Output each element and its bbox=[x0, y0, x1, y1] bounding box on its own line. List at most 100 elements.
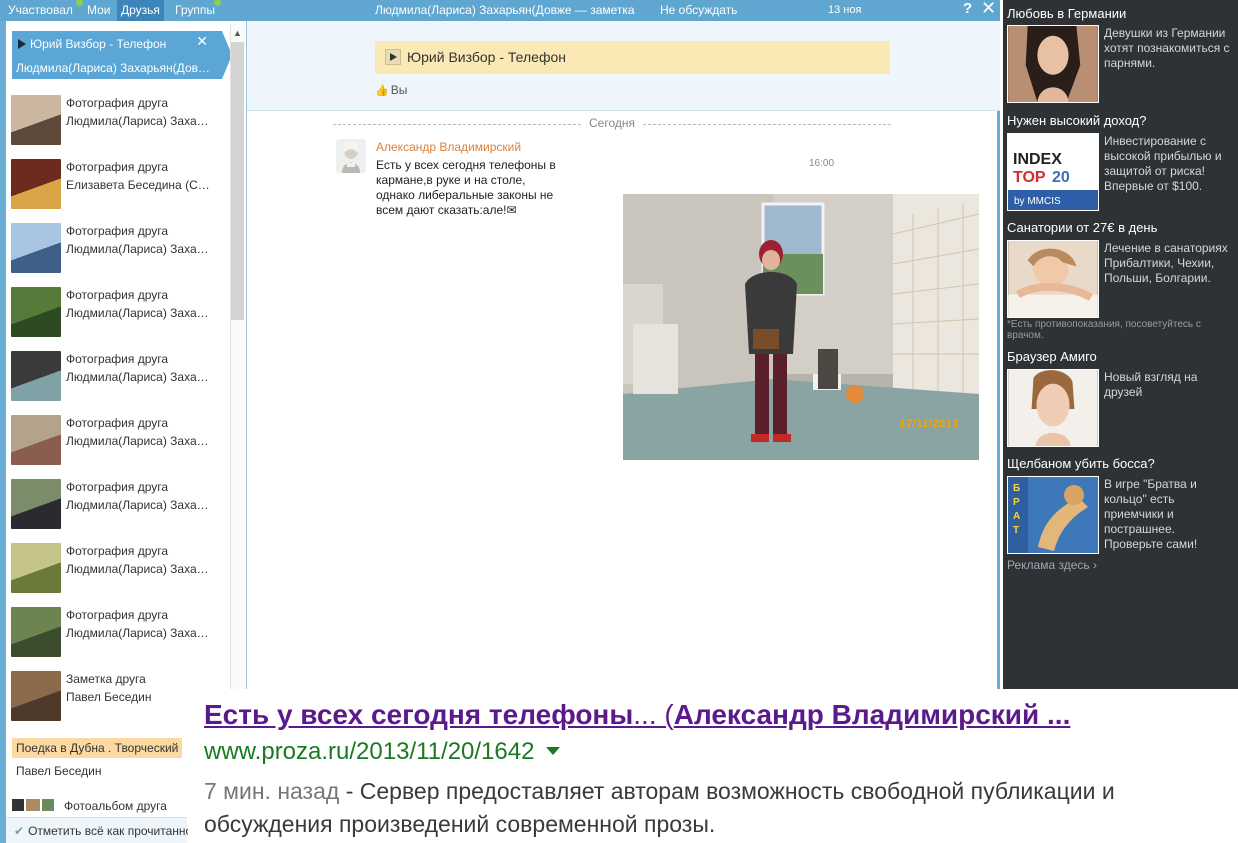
feed-item[interactable]: Фотография друга Людмила(Лариса) Захарьян… bbox=[11, 95, 226, 149]
feed-item-type: Фотография друга bbox=[66, 288, 169, 302]
title-part: ... ( bbox=[633, 699, 674, 730]
ad-title[interactable]: Нужен высокий доход? bbox=[1007, 113, 1146, 128]
chevron-down-icon[interactable] bbox=[546, 747, 561, 755]
ad-title[interactable]: Щелбаном убить босса? bbox=[1007, 456, 1155, 471]
feed-item[interactable]: Фотография друга Людмила(Лариса) Захарьян… bbox=[11, 479, 226, 533]
url-text: www.proza.ru/2013/11/20/1642 bbox=[204, 738, 535, 765]
feed-item-type: Фотография друга bbox=[66, 416, 169, 430]
ad-text[interactable]: Лечение в санаториях Прибалтики, Чехии, … bbox=[1104, 241, 1236, 286]
ad-text[interactable]: В игре "Братва и кольцо" есть приемчики … bbox=[1104, 477, 1236, 552]
feed-item-album[interactable]: Фотоальбом друга bbox=[12, 799, 167, 813]
play-icon[interactable] bbox=[18, 39, 26, 49]
play-icon[interactable] bbox=[385, 49, 401, 65]
feed-tabs: Участвовал Мои Друзья Группы bbox=[0, 0, 247, 21]
conversation-date: 13 ноя bbox=[828, 4, 862, 16]
date-divider-label: Сегодня bbox=[581, 116, 643, 130]
feed-item-type: Фотография друга bbox=[66, 480, 169, 494]
ad-title[interactable]: Санатории от 27€ в день bbox=[1007, 220, 1157, 235]
ad-image-spa[interactable] bbox=[1007, 240, 1099, 318]
help-icon[interactable]: ? bbox=[963, 0, 972, 17]
ad-title[interactable]: Браузер Амиго bbox=[1007, 349, 1097, 364]
title-part: Есть у всех сегодня телефоны bbox=[204, 699, 634, 730]
index-logo: INDEX TOP 20 by MMCIS bbox=[1008, 134, 1098, 210]
ad-image-portrait[interactable] bbox=[1007, 25, 1099, 103]
svg-text:INDEX: INDEX bbox=[1013, 151, 1062, 168]
feed-thumbnail[interactable] bbox=[11, 223, 61, 273]
search-result-snippet: 7 мин. назад - Сервер предоставляет авто… bbox=[204, 775, 1224, 841]
feed-thumbnail[interactable] bbox=[11, 543, 61, 593]
feed-item-author[interactable]: Людмила(Лариса) Захарьян(Довже bbox=[66, 369, 211, 385]
feed-thumbnail[interactable] bbox=[11, 671, 61, 721]
ad-text[interactable]: Новый взгляд на друзей bbox=[1104, 370, 1236, 400]
snippet-age: 7 мин. назад bbox=[204, 778, 340, 804]
ad-image-index-logo[interactable]: INDEX TOP 20 by MMCIS bbox=[1007, 133, 1099, 211]
avatar[interactable] bbox=[336, 139, 366, 173]
topic-area: Юрий Визбор - Телефон 👍 Вы bbox=[247, 21, 1000, 111]
feed-item[interactable]: Фотография друга Людмила(Лариса) Захарьян… bbox=[11, 607, 226, 661]
feed-item-author[interactable]: Людмила(Лариса) Захарьян(Довже bbox=[66, 113, 211, 129]
svg-text:Р: Р bbox=[1013, 497, 1020, 508]
conversation-title[interactable]: Людмила(Лариса) Захарьян(Довже — заметка bbox=[375, 3, 635, 17]
ad-image-game[interactable]: Б Р А Т bbox=[1007, 476, 1099, 554]
feed-thumbnail[interactable] bbox=[11, 95, 61, 145]
feed-thumbnail[interactable] bbox=[11, 479, 61, 529]
game-art: Б Р А Т bbox=[1008, 477, 1098, 553]
ad-title[interactable]: Любовь в Германии bbox=[1007, 6, 1126, 21]
feed-item-type: Фотография друга bbox=[66, 608, 169, 622]
search-result-title[interactable]: Есть у всех сегодня телефоны... (Алексан… bbox=[204, 699, 1070, 731]
tab-mine[interactable]: Мои bbox=[83, 0, 115, 21]
feed-item[interactable]: Фотография друга Людмила(Лариса) Захарьян… bbox=[11, 351, 226, 405]
like-icon[interactable]: 👍 bbox=[375, 85, 389, 97]
scrollbar-thumb[interactable] bbox=[231, 42, 244, 320]
feed-item-author[interactable]: Людмила(Лариса) Захарьян(Довже bbox=[66, 497, 211, 513]
mark-all-read-button[interactable]: ✔ Отметить всё как прочитанное bbox=[6, 817, 199, 843]
feed-item[interactable]: Фотография друга Людмила(Лариса) Захарьян… bbox=[11, 223, 226, 277]
audio-player[interactable]: Юрий Визбор - Телефон bbox=[375, 41, 890, 74]
now-playing-card[interactable]: Юрий Визбор - Телефон Людмила(Лариса) За… bbox=[12, 31, 232, 79]
no-discuss-button[interactable]: Не обсуждать bbox=[660, 3, 737, 17]
feed-thumbnail[interactable] bbox=[11, 351, 61, 401]
tab-groups[interactable]: Группы bbox=[171, 0, 219, 21]
ad-text[interactable]: Инвестирование с высокой прибылью и защи… bbox=[1104, 134, 1236, 194]
photo-date-stamp: 17/11/2013 bbox=[899, 418, 959, 430]
svg-text:by MMCIS: by MMCIS bbox=[1014, 196, 1061, 207]
feed-item-author[interactable]: Людмила(Лариса) Захарьян(Довже bbox=[66, 305, 211, 321]
svg-text:А: А bbox=[1013, 511, 1020, 522]
feed-item[interactable]: Фотография друга Людмила(Лариса) Захарьян… bbox=[11, 415, 226, 469]
message-text: Есть у всех сегодня телефоны в кармане,в… bbox=[376, 158, 556, 217]
feed-item-author[interactable]: Людмила(Лариса) Захарьян(Довже bbox=[66, 625, 211, 641]
feed-item-author[interactable]: Людмила(Лариса) Захарьян(Довже bbox=[66, 433, 211, 449]
scroll-up-icon[interactable]: ▲ bbox=[231, 26, 244, 40]
feed-item-author[interactable]: Людмила(Лариса) Захарьян(Довже bbox=[66, 241, 211, 257]
feed-thumbnail[interactable] bbox=[11, 159, 61, 209]
message-author[interactable]: Александр Владимирский bbox=[376, 140, 521, 154]
title-part: Александр Владимирский ... bbox=[673, 699, 1071, 730]
tab-friends[interactable]: Друзья bbox=[117, 0, 164, 21]
search-result-url[interactable]: www.proza.ru/2013/11/20/1642 bbox=[204, 738, 561, 766]
feed-item[interactable]: Фотография друга Людмила(Лариса) Захарьян… bbox=[11, 287, 226, 341]
new-indicator-icon bbox=[214, 0, 221, 6]
feed-item-author[interactable]: Елизавета Беседина (Сенцова) bbox=[66, 177, 211, 193]
tab-participated[interactable]: Участвовал bbox=[4, 0, 77, 21]
note-title[interactable]: Поедка в Дубна . Творческий вечер bbox=[12, 738, 182, 758]
feed-thumbnail[interactable] bbox=[11, 607, 61, 657]
feed-item[interactable]: Фотография друга Людмила(Лариса) Захарьян… bbox=[11, 543, 226, 597]
feed-item[interactable]: Фотография друга Елизавета Беседина (Сенц… bbox=[11, 159, 226, 213]
message-photo[interactable]: 17/11/2013 bbox=[623, 194, 979, 460]
ad-image-face[interactable] bbox=[1007, 369, 1099, 447]
feed-thumbnail[interactable] bbox=[11, 287, 61, 337]
close-icon[interactable]: ✕ bbox=[981, 0, 996, 19]
likes-row: 👍 Вы bbox=[375, 83, 407, 97]
close-icon[interactable]: ✕ bbox=[196, 33, 208, 50]
ads-more-link[interactable]: Реклама здесь › bbox=[1007, 558, 1097, 572]
ad-text[interactable]: Девушки из Германии хотят познакомиться … bbox=[1104, 26, 1236, 71]
feed-thumbnail[interactable] bbox=[11, 415, 61, 465]
panel-edge bbox=[0, 21, 6, 843]
new-indicator-icon bbox=[76, 0, 83, 6]
note-author[interactable]: Павел Беседин bbox=[16, 764, 101, 778]
now-playing-track: Юрий Визбор - Телефон bbox=[30, 37, 167, 51]
date-divider: Сегодня bbox=[333, 116, 891, 132]
feed-item-type: Фотоальбом друга bbox=[64, 799, 167, 813]
feed-item-author[interactable]: Людмила(Лариса) Захарьян(Довже bbox=[66, 561, 211, 577]
audio-title: Юрий Визбор - Телефон bbox=[407, 49, 566, 65]
